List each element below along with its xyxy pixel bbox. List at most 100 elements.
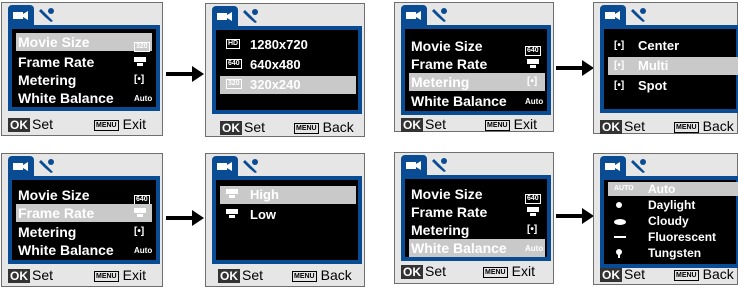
menu-item-white-balance[interactable]: White Balance Auto — [16, 241, 152, 259]
option-640x480[interactable]: 640 640x480 — [220, 56, 356, 74]
ok-button[interactable]: OK — [600, 120, 622, 134]
footer-right: MENU Back — [292, 267, 352, 283]
menu-item-frame-rate[interactable]: Frame Rate — [16, 204, 152, 222]
size-640-icon: 640 — [226, 59, 242, 69]
menu-button[interactable]: MENU — [292, 270, 317, 282]
option-low[interactable]: Low — [220, 206, 356, 224]
ok-button[interactable]: OK — [218, 269, 240, 283]
setup-wrench-icon[interactable] — [630, 158, 648, 174]
high-frame-rate-icon — [226, 189, 238, 198]
menu-button[interactable]: MENU — [483, 266, 508, 278]
menu-item-white-balance[interactable]: White Balance Auto — [16, 89, 152, 107]
menu-panel-frame-rate: Movie Size 640 Frame Rate Metering [•] W… — [1, 153, 163, 287]
menu-button[interactable]: MENU — [485, 119, 510, 131]
menu-item-metering[interactable]: Metering [•] — [409, 221, 545, 239]
ok-button[interactable]: OK — [8, 118, 30, 132]
setup-wrench-icon[interactable] — [630, 7, 648, 23]
menu-item-metering[interactable]: Metering [•] — [16, 223, 152, 241]
menu-item-label: Frame Rate — [411, 56, 488, 72]
option-label: Tungsten — [648, 246, 702, 260]
hd-icon: HD — [226, 39, 241, 49]
menu-item-movie-size[interactable]: Movie Size 640 — [16, 186, 152, 205]
tab-movie[interactable] — [212, 6, 238, 26]
menu-button[interactable]: MENU — [294, 122, 319, 134]
menu-item-movie-size[interactable]: Movie Size 640 — [409, 185, 545, 204]
ok-button[interactable]: OK — [8, 269, 30, 283]
menu-item-white-balance[interactable]: White Balance Auto — [409, 239, 545, 257]
footer: OK Set — [401, 116, 446, 132]
menu-button[interactable]: MENU — [94, 119, 119, 131]
footer: OK Set — [220, 119, 265, 135]
menu-button[interactable]: MENU — [674, 269, 699, 281]
menu-screen: Movie Size 320 Frame Rate Metering [•] W… — [8, 25, 160, 111]
menu-button[interactable]: MENU — [674, 121, 699, 133]
ok-button[interactable]: OK — [600, 268, 622, 282]
tab-movie[interactable] — [600, 156, 626, 176]
arrow-icon — [166, 210, 204, 226]
footer: OK Set — [401, 263, 446, 279]
setup-wrench-icon[interactable] — [431, 157, 449, 173]
menu-item-metering[interactable]: Metering [•] — [16, 71, 152, 89]
footer: OK Set — [8, 267, 53, 283]
tab-movie[interactable] — [401, 5, 427, 25]
option-daylight[interactable]: Daylight — [608, 198, 738, 212]
option-1280x720[interactable]: HD 1280x720 — [220, 36, 356, 54]
cloud-icon — [614, 219, 626, 225]
exit-label: Exit — [122, 116, 146, 132]
menu-item-label: Movie Size — [411, 186, 483, 202]
footer-right: MENU Back — [294, 119, 354, 135]
menu-item-label: White Balance — [411, 93, 507, 109]
exit-label: Exit — [511, 263, 535, 279]
option-screen: AUTO Auto Daylight Cloudy Fluorescent Tu… — [600, 176, 738, 268]
menu-item-label: Frame Rate — [411, 204, 488, 220]
option-center[interactable]: [•] Center — [608, 37, 738, 55]
tab-movie[interactable] — [8, 156, 34, 176]
movie-camera-icon — [217, 12, 232, 21]
bulb-icon — [616, 249, 622, 258]
tab-movie[interactable] — [600, 5, 626, 25]
auto-wb-icon: AUTO — [614, 185, 634, 192]
metering-icon: [•] — [134, 226, 145, 237]
menu-item-label: Movie Size — [18, 187, 90, 203]
ok-button[interactable]: OK — [401, 118, 423, 132]
menu-item-movie-size[interactable]: Movie Size 640 — [409, 37, 545, 56]
menu-item-white-balance[interactable]: White Balance Auto — [409, 92, 545, 110]
menu-item-frame-rate[interactable]: Frame Rate — [16, 53, 152, 71]
movie-camera-icon — [406, 11, 421, 20]
option-high[interactable]: High — [220, 186, 356, 204]
setup-wrench-icon[interactable] — [242, 158, 260, 174]
option-label: Fluorescent — [648, 230, 717, 244]
tab-movie[interactable] — [8, 5, 34, 25]
menu-item-frame-rate[interactable]: Frame Rate — [409, 203, 545, 221]
menu-item-movie-size[interactable]: Movie Size 320 — [16, 33, 152, 52]
setup-wrench-icon[interactable] — [38, 158, 56, 174]
back-label: Back — [702, 118, 734, 134]
footer-right: MENU Exit — [483, 263, 535, 279]
option-label: Auto — [648, 182, 676, 196]
ok-button[interactable]: OK — [401, 265, 423, 279]
menu-item-label: Metering — [411, 222, 470, 238]
option-multi[interactable]: [•] Multi — [608, 57, 738, 75]
movie-size-options-panel: HD 1280x720 640 640x480 320 320x240 OK Se… — [205, 3, 365, 137]
metering-icon: [•] — [134, 74, 145, 85]
ok-button[interactable]: OK — [220, 121, 242, 135]
tab-movie[interactable] — [401, 155, 427, 175]
setup-wrench-icon[interactable] — [242, 8, 260, 24]
option-cloudy[interactable]: Cloudy — [608, 214, 738, 228]
setup-wrench-icon[interactable] — [38, 7, 56, 23]
tab-movie[interactable] — [212, 156, 238, 176]
set-label: Set — [624, 266, 646, 282]
menu-button[interactable]: MENU — [94, 270, 119, 282]
option-label: 320x240 — [250, 77, 301, 92]
option-fluorescent[interactable]: Fluorescent — [608, 230, 738, 244]
option-320x240[interactable]: 320 320x240 — [220, 76, 356, 94]
option-auto[interactable]: AUTO Auto — [608, 182, 738, 196]
menu-item-label: White Balance — [411, 240, 507, 256]
option-spot[interactable]: [•] Spot — [608, 77, 738, 95]
option-tungsten[interactable]: Tungsten — [608, 246, 738, 260]
setup-wrench-icon[interactable] — [431, 7, 449, 23]
menu-item-frame-rate[interactable]: Frame Rate — [409, 55, 545, 73]
footer-right: MENU Back — [674, 266, 734, 282]
menu-item-metering[interactable]: Metering [•] — [409, 73, 545, 91]
metering-icon: [•] — [527, 224, 538, 235]
